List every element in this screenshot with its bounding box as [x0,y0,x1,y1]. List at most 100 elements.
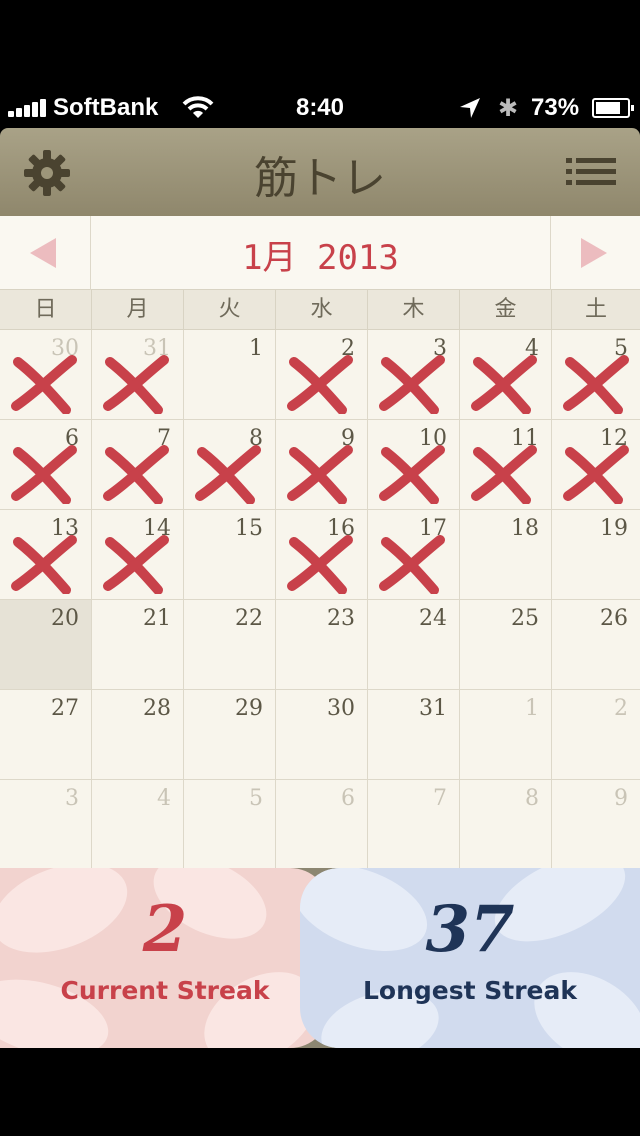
day-cell[interactable]: 7 [92,420,184,510]
day-cell[interactable]: 9 [552,780,640,870]
day-cell[interactable]: 3 [368,330,460,420]
x-mark-icon [103,355,169,414]
day-number: 19 [600,516,628,541]
day-cell[interactable]: 30 [276,690,368,780]
x-mark-icon [471,445,537,504]
day-number: 23 [327,606,355,631]
x-mark-icon [287,535,353,594]
day-cell[interactable]: 5 [184,780,276,870]
bluetooth-icon: ✱ [498,95,519,122]
day-number: 24 [419,606,447,631]
day-cell[interactable]: 6 [0,420,92,510]
day-cell[interactable]: 6 [276,780,368,870]
x-mark-icon [287,355,353,414]
prev-month-button[interactable] [0,216,91,290]
weekday-label: 木 [368,290,460,330]
day-cell[interactable]: 19 [552,510,640,600]
longest-streak-card: 37 Longest Streak [300,868,640,1048]
current-streak-value: 2 [142,892,188,967]
bottom-bar [0,1048,640,1136]
day-cell[interactable]: 9 [276,420,368,510]
day-cell[interactable]: 30 [0,330,92,420]
day-cell[interactable]: 18 [460,510,552,600]
day-cell[interactable]: 27 [0,690,92,780]
day-number: 18 [511,516,539,541]
next-month-button[interactable] [550,216,640,290]
day-cell[interactable]: 8 [184,420,276,510]
day-cell[interactable]: 26 [552,600,640,690]
day-cell[interactable]: 7 [368,780,460,870]
day-cell[interactable]: 24 [368,600,460,690]
day-number: 3 [65,786,79,811]
day-number: 27 [51,696,79,721]
day-number: 7 [433,786,447,811]
x-mark-icon [287,445,353,504]
list-menu-icon[interactable] [566,156,616,188]
month-title: 1月 2013 [242,238,399,278]
month-bar: 1月 2013 [0,216,640,290]
day-number: 9 [614,786,628,811]
weekday-label: 日 [0,290,92,330]
day-cell[interactable]: 31 [368,690,460,780]
current-streak-label: Current Streak [60,976,270,1005]
triangle-left-icon [30,238,56,268]
day-number: 29 [235,696,263,721]
battery-percent: 73% [531,94,580,121]
calendar-grid: 30 31 1 2 3 4 5 6 7 8 9 10 11 12 13 14 15 16 17 18 19 20 21 22 2… [0,330,640,870]
day-cell[interactable]: 13 [0,510,92,600]
weekday-label: 水 [276,290,368,330]
day-cell[interactable]: 4 [460,330,552,420]
x-mark-icon [563,445,629,504]
day-number: 1 [249,336,263,361]
day-cell[interactable]: 25 [460,600,552,690]
day-cell[interactable]: 14 [92,510,184,600]
day-number: 5 [249,786,263,811]
day-cell[interactable]: 4 [92,780,184,870]
day-number: 30 [327,696,355,721]
day-cell[interactable]: 1 [460,690,552,780]
weekday-header: 日 月 火 水 木 金 土 [0,290,640,330]
day-cell[interactable]: 2 [276,330,368,420]
triangle-right-icon [581,238,607,268]
x-mark-icon [195,445,261,504]
weekday-label: 月 [92,290,184,330]
location-icon [460,98,480,118]
day-cell[interactable]: 11 [460,420,552,510]
day-cell[interactable]: 28 [92,690,184,780]
day-cell[interactable]: 22 [184,600,276,690]
page-title: 筋トレ [254,153,386,204]
day-cell[interactable]: 16 [276,510,368,600]
longest-streak-label: Longest Streak [362,976,578,1005]
day-number: 22 [235,606,263,631]
day-number: 2 [614,696,628,721]
day-cell[interactable]: 31 [92,330,184,420]
x-mark-icon [11,535,77,594]
x-mark-icon [103,535,169,594]
x-mark-icon [563,355,629,414]
weekday-label: 火 [184,290,276,330]
day-cell[interactable]: 17 [368,510,460,600]
day-cell[interactable]: 8 [460,780,552,870]
day-cell[interactable]: 20 [0,600,92,690]
day-cell[interactable]: 10 [368,420,460,510]
day-cell[interactable]: 12 [552,420,640,510]
day-number: 15 [235,516,263,541]
day-cell[interactable]: 21 [92,600,184,690]
day-cell[interactable]: 29 [184,690,276,780]
day-cell[interactable]: 3 [0,780,92,870]
day-cell[interactable]: 15 [184,510,276,600]
day-cell[interactable]: 5 [552,330,640,420]
day-cell[interactable]: 1 [184,330,276,420]
day-cell[interactable]: 23 [276,600,368,690]
x-mark-icon [379,535,445,594]
day-number: 31 [419,696,447,721]
x-mark-icon [379,355,445,414]
streak-panel: 2 Current Streak 37 Longest Streak [0,868,640,1048]
x-mark-icon [11,355,77,414]
x-mark-icon [103,445,169,504]
day-number: 1 [525,696,539,721]
weekday-label: 土 [584,297,607,322]
battery-icon [592,98,634,118]
day-cell[interactable]: 2 [552,690,640,780]
day-number: 21 [143,606,171,631]
